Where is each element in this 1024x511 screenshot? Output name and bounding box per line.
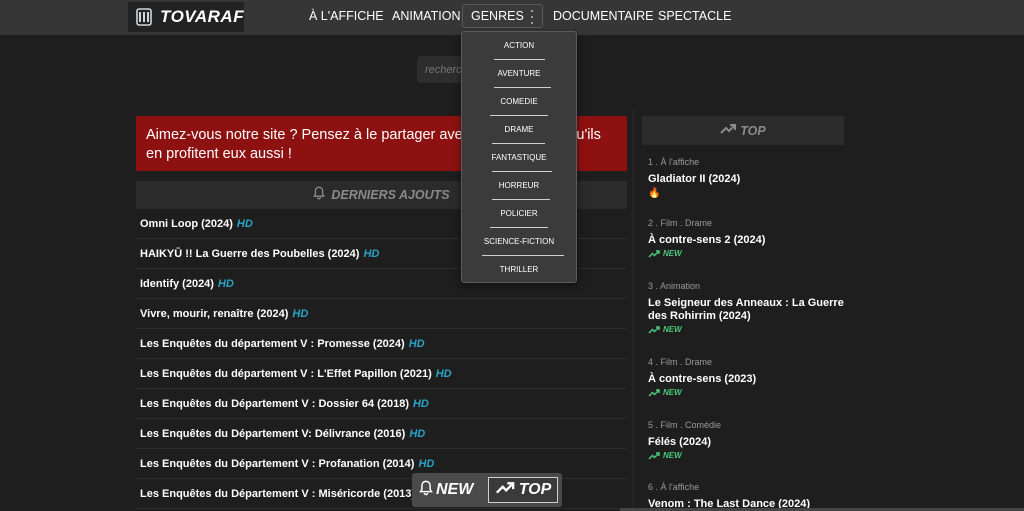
genre-item-action[interactable]: ACTION bbox=[462, 41, 576, 50]
trending-up-icon bbox=[648, 325, 660, 334]
genre-item-horreur[interactable]: HORREUR bbox=[462, 181, 576, 190]
menu-divider bbox=[492, 199, 550, 200]
top-section-title: TOP bbox=[740, 123, 766, 138]
menu-divider bbox=[490, 227, 548, 228]
nav-documentaire[interactable]: DOCUMENTAIRE bbox=[553, 9, 653, 23]
genre-item-drame[interactable]: DRAME bbox=[462, 125, 576, 134]
hd-badge: HD bbox=[409, 427, 426, 440]
hd-badge: HD bbox=[418, 457, 435, 470]
nav-genres-button[interactable]: GENRES bbox=[462, 4, 543, 28]
top-list-item[interactable]: 1 . À l'affiche Gladiator II (2024) 🔥 bbox=[648, 157, 848, 199]
genre-item-comedie[interactable]: COMEDIE bbox=[462, 97, 576, 106]
item-title: HAIKYŪ !! La Guerre des Poubelles (2024) bbox=[140, 247, 360, 260]
new-badge: NEW bbox=[648, 249, 848, 258]
new-badge: NEW bbox=[648, 388, 848, 397]
item-title: Gladiator II (2024) bbox=[648, 173, 741, 185]
top-toggle-label: TOP bbox=[518, 481, 552, 498]
item-title: À contre-sens (2023) bbox=[648, 373, 757, 385]
bell-icon bbox=[313, 186, 326, 205]
genres-dropdown-menu: ACTION AVENTURE COMEDIE DRAME FANTASTIQU… bbox=[461, 31, 577, 283]
site-logo[interactable]: TOVARAF bbox=[128, 2, 244, 32]
trending-up-icon bbox=[648, 249, 660, 258]
hd-badge: HD bbox=[217, 277, 234, 290]
top-section-header: TOP bbox=[642, 116, 844, 145]
site-name: TOVARAF bbox=[160, 7, 245, 26]
genre-item-aventure[interactable]: AVENTURE bbox=[462, 69, 576, 78]
item-title: Les Enquêtes du Département V : Dossier … bbox=[140, 397, 409, 410]
list-item[interactable]: Les Enquêtes du Département V: Délivranc… bbox=[136, 419, 627, 449]
hd-badge: HD bbox=[435, 367, 452, 380]
genre-item-science-fiction[interactable]: SCIENCE-FICTION bbox=[462, 237, 576, 246]
top-list-item[interactable]: 2 . Film . Drame À contre-sens 2 (2024) … bbox=[648, 218, 848, 258]
trending-up-icon bbox=[495, 481, 515, 500]
hd-badge: HD bbox=[363, 247, 380, 260]
genres-label: GENRES bbox=[471, 9, 524, 23]
genre-item-policier[interactable]: POLICIER bbox=[462, 209, 576, 218]
item-meta: 5 . Film . Comédie bbox=[648, 420, 722, 430]
item-meta: 1 . À l'affiche bbox=[648, 157, 700, 167]
menu-divider bbox=[492, 143, 545, 144]
menu-divider bbox=[490, 115, 548, 116]
item-title: Le Seigneur des Anneaux : La Guerre des … bbox=[648, 297, 844, 322]
item-meta: 3 . Animation bbox=[648, 281, 701, 291]
menu-divider bbox=[492, 171, 552, 172]
top-navbar: TOVARAF À L'AFFICHE ANIMATION GENRES DOC… bbox=[0, 0, 1024, 35]
top-list-item[interactable]: 4 . Film . Drame À contre-sens (2023) NE… bbox=[648, 357, 848, 397]
item-title: Félés (2024) bbox=[648, 436, 711, 448]
nav-animation[interactable]: ANIMATION bbox=[392, 9, 461, 23]
film-reel-icon bbox=[136, 5, 152, 29]
nav-a-laffiche[interactable]: À L'AFFICHE bbox=[309, 9, 384, 23]
nav-spectacle[interactable]: SPECTACLE bbox=[658, 9, 731, 23]
item-title: Les Enquêtes du Département V : Misérico… bbox=[140, 487, 416, 500]
item-title: Les Enquêtes du département V : L'Effet … bbox=[140, 367, 432, 380]
item-title: Vivre, mourir, renaître (2024) bbox=[140, 307, 289, 320]
latest-section-title: DERNIERS AJOUTS bbox=[331, 188, 450, 202]
trending-up-icon bbox=[720, 122, 737, 140]
item-title: Les Enquêtes du Département V : Profanat… bbox=[140, 457, 415, 470]
list-item[interactable]: Les Enquêtes du département V : L'Effet … bbox=[136, 359, 627, 389]
top-list-item[interactable]: 5 . Film . Comédie Félés (2024) NEW bbox=[648, 420, 848, 460]
menu-divider bbox=[494, 59, 545, 60]
top-toggle-button[interactable]: TOP bbox=[488, 477, 558, 503]
item-title: Identify (2024) bbox=[140, 277, 214, 290]
menu-divider bbox=[494, 87, 551, 88]
new-badge: NEW bbox=[648, 451, 848, 460]
floating-toggle-bar: NEW TOP bbox=[412, 473, 562, 507]
hd-badge: HD bbox=[292, 307, 309, 320]
bell-icon bbox=[419, 480, 433, 501]
hd-badge: HD bbox=[408, 337, 425, 350]
top-list-item[interactable]: 6 . À l'affiche Venom : The Last Dance (… bbox=[648, 482, 848, 511]
trending-up-icon bbox=[648, 388, 660, 397]
new-toggle-label: NEW bbox=[436, 481, 474, 498]
hd-badge: HD bbox=[236, 217, 253, 230]
item-meta: 2 . Film . Drame bbox=[648, 218, 713, 228]
list-item[interactable]: Vivre, mourir, renaître (2024) HD bbox=[136, 299, 627, 329]
trending-up-icon bbox=[648, 451, 660, 460]
item-meta: 4 . Film . Drame bbox=[648, 357, 713, 367]
item-title: Les Enquêtes du département V : Promesse… bbox=[140, 337, 405, 350]
list-item[interactable]: Les Enquêtes du Département V : Dossier … bbox=[136, 389, 627, 419]
menu-divider bbox=[482, 255, 564, 256]
column-divider bbox=[633, 110, 634, 511]
new-toggle-button[interactable]: NEW bbox=[419, 479, 473, 501]
item-title: À contre-sens 2 (2024) bbox=[648, 234, 766, 246]
vertical-dots-icon bbox=[530, 10, 534, 24]
top-list-item[interactable]: 3 . Animation Le Seigneur des Anneaux : … bbox=[648, 281, 848, 334]
list-item[interactable]: Les Enquêtes du département V : Promesse… bbox=[136, 329, 627, 359]
item-meta: 6 . À l'affiche bbox=[648, 482, 700, 492]
fire-icon: 🔥 bbox=[648, 188, 661, 199]
genre-item-fantastique[interactable]: FANTASTIQUE bbox=[462, 153, 576, 162]
item-title: Les Enquêtes du Département V: Délivranc… bbox=[140, 427, 406, 440]
item-title: Omni Loop (2024) bbox=[140, 217, 233, 230]
genre-item-thriller[interactable]: THRILLER bbox=[462, 265, 576, 274]
new-badge: NEW bbox=[648, 325, 848, 334]
hd-badge: HD bbox=[412, 397, 429, 410]
